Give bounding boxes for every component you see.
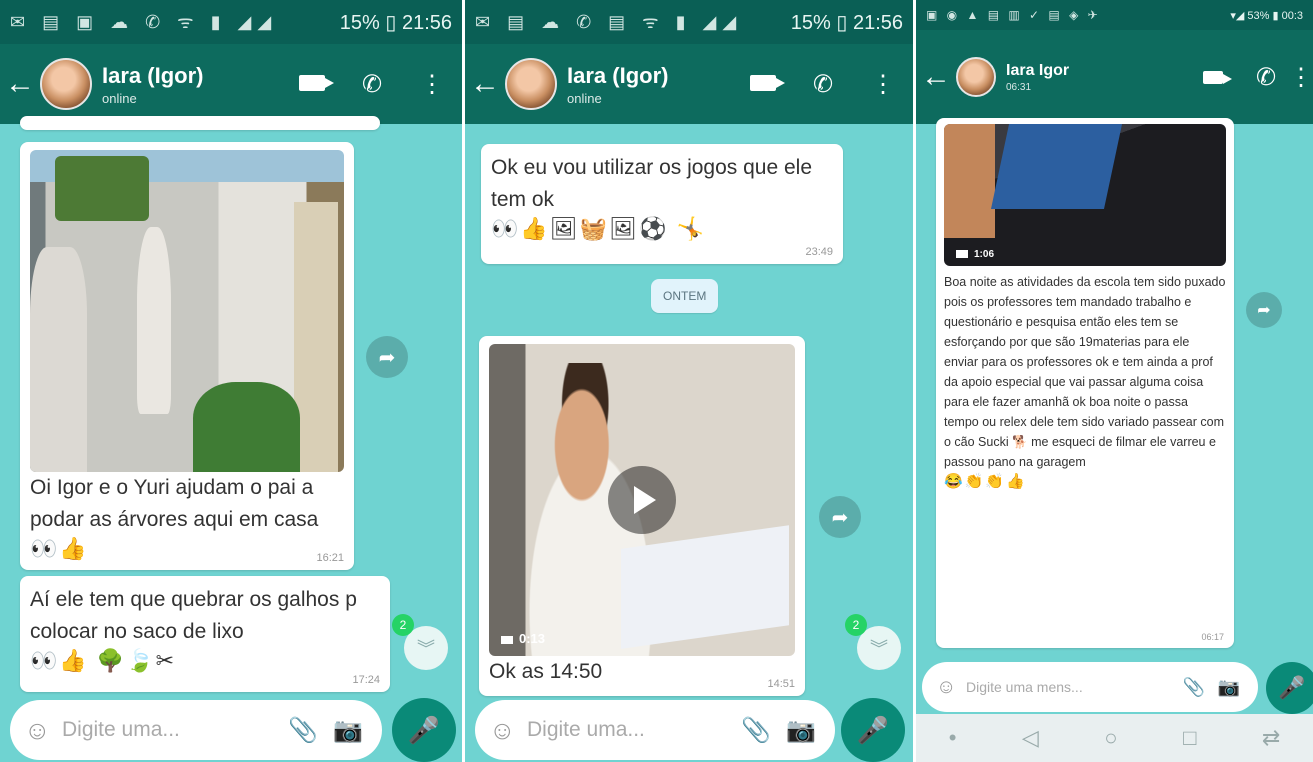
message-text: Oi Igor e o Yuri ajudam o pai a podar as… [30, 476, 319, 531]
nav-back-icon[interactable]: ◁ [1022, 725, 1039, 751]
status-bar: ✉ ▤ ▣ ☁ ✆ ᯤ ▮ ◢◢ 15% ▯ 21:56 [0, 0, 462, 44]
message-time: 17:24 [352, 674, 380, 686]
emoji-icon[interactable]: ☺ [489, 715, 527, 746]
paperclip-icon[interactable]: 📎 [278, 716, 328, 745]
video-call-icon[interactable] [1183, 63, 1243, 91]
nav-recents-icon[interactable]: □ [1183, 725, 1196, 751]
contact-name: Iara (Igor) [567, 62, 669, 88]
more-vert-icon[interactable]: ⋮ [853, 70, 913, 99]
message-list[interactable]: Ok eu vou utilizar os jogos que ele tem … [465, 124, 913, 762]
unread-badge: 2 [392, 614, 414, 636]
mic-button[interactable]: 🎤 [1266, 662, 1313, 714]
avatar[interactable] [505, 58, 557, 110]
message-bubble-photo[interactable]: Oi Igor e o Yuri ajudam o pai a podar as… [20, 142, 354, 570]
contact-name: Iara (Igor) [102, 62, 204, 88]
message-emojis: 👀👍🖼🧺🖼⚽ 🤸 [491, 216, 706, 241]
input-placeholder: Digite uma... [62, 718, 180, 741]
message-input[interactable]: ☺ Digite uma... 📎 📷 [475, 700, 835, 760]
camera-icon[interactable]: 📷 [328, 716, 368, 745]
contact-status: 06:31 [1006, 81, 1032, 93]
message-list[interactable]: 1:06 Boa noite as atividades da escola t… [916, 118, 1313, 762]
message-input[interactable]: ☺ Digite uma... 📎 📷 [10, 700, 382, 760]
message-text: Boa noite as atividades da escola tem si… [944, 275, 1226, 469]
play-icon[interactable] [608, 466, 676, 534]
video-duration: 1:06 [956, 249, 994, 260]
status-icons: ✉ ▤ ☁ ✆ ▤ ᯤ ▮ ◢◢ [475, 12, 743, 32]
camera-icon[interactable]: 📷 [781, 716, 821, 745]
forward-icon[interactable]: ➦ [366, 336, 408, 378]
input-placeholder: Digite uma mens... [966, 679, 1083, 695]
date-divider: ONTEM [651, 279, 719, 313]
nav-switch-icon[interactable]: ⇄ [1262, 725, 1280, 751]
chat-screen-2: ✉ ▤ ☁ ✆ ▤ ᯤ ▮ ◢◢ 15% ▯ 21:56 ← Iara (Igo… [465, 0, 913, 762]
message-time: 14:51 [767, 678, 795, 690]
phone-icon[interactable]: ✆ [342, 70, 402, 99]
shared-photo[interactable] [30, 150, 344, 472]
contact-info[interactable]: Iara (Igor) online [567, 63, 733, 106]
android-nav-bar: • ◁ ○ □ ⇄ [916, 714, 1313, 762]
message-list[interactable]: Oi Igor e o Yuri ajudam o pai a podar as… [0, 116, 462, 762]
paperclip-icon[interactable]: 📎 [731, 716, 781, 745]
chat-header: ← Iara (Igor) online ✆ ⋮ [465, 44, 913, 124]
status-time: 15% ▯ 21:56 [790, 11, 903, 34]
paperclip-icon[interactable]: 📎 [1174, 677, 1214, 698]
dot-icon: • [948, 725, 957, 750]
video-call-icon[interactable] [282, 70, 342, 98]
forward-icon[interactable]: ➦ [1246, 292, 1282, 328]
status-bar: ✉ ▤ ☁ ✆ ▤ ᯤ ▮ ◢◢ 15% ▯ 21:56 [465, 0, 913, 44]
message-input[interactable]: ☺ Digite uma mens... 📎 📷 [922, 662, 1258, 712]
contact-info[interactable]: Iara (Igor) online [102, 63, 282, 106]
phone-icon[interactable]: ✆ [1243, 63, 1289, 92]
message-text: Ok eu vou utilizar os jogos que ele tem … [491, 156, 813, 211]
video-call-icon[interactable] [733, 70, 793, 98]
chat-header: ← Iara (Igor) online ✆ ⋮ [0, 44, 462, 124]
unread-badge: 2 [845, 614, 867, 636]
more-vert-icon[interactable]: ⋮ [1289, 63, 1313, 92]
message-time: 06:17 [1201, 632, 1224, 642]
mic-button[interactable]: 🎤 [392, 698, 456, 762]
forward-icon[interactable]: ➦ [819, 496, 861, 538]
status-time: ▾◢ 53% ▮ 00:3 [1230, 9, 1303, 22]
input-placeholder: Digite uma... [527, 718, 645, 741]
message-emojis: 😂👏👏👍 [944, 473, 1027, 490]
video-duration: 0:13 [501, 631, 545, 646]
emoji-icon[interactable]: ☺ [936, 676, 966, 699]
status-bar: ▣ ◉ ▲ ▤ ▥ ✓ ▤ ◈ ✈ ▾◢ 53% ▮ 00:3 [916, 0, 1313, 30]
avatar[interactable] [40, 58, 92, 110]
contact-name: Iara Igor [1006, 61, 1070, 79]
message-time: 16:21 [316, 552, 344, 564]
more-vert-icon[interactable]: ⋮ [402, 70, 462, 99]
contact-status: online [567, 90, 602, 106]
contact-info[interactable]: Iara Igor 06:31 [1006, 62, 1183, 93]
message-emojis: 👀👍 [30, 536, 89, 561]
status-icons: ▣ ◉ ▲ ▤ ▥ ✓ ▤ ◈ ✈ [926, 8, 1101, 22]
status-time: 15% ▯ 21:56 [339, 11, 452, 34]
shared-video[interactable]: 1:06 [944, 124, 1226, 266]
chat-screen-3: ▣ ◉ ▲ ▤ ▥ ✓ ▤ ◈ ✈ ▾◢ 53% ▮ 00:3 ← Iara I… [916, 0, 1313, 762]
back-arrow-icon[interactable]: ← [465, 67, 505, 101]
back-arrow-icon[interactable]: ← [0, 67, 40, 101]
chat-screen-1: ✉ ▤ ▣ ☁ ✆ ᯤ ▮ ◢◢ 15% ▯ 21:56 ← Iara (Igo… [0, 0, 462, 762]
back-arrow-icon[interactable]: ← [916, 60, 956, 94]
chat-header: ← Iara Igor 06:31 ✆ ⋮ [916, 30, 1313, 124]
contact-status: online [102, 90, 137, 106]
status-icons: ✉ ▤ ▣ ☁ ✆ ᯤ ▮ ◢◢ [10, 12, 278, 32]
nav-home-icon[interactable]: ○ [1104, 725, 1117, 751]
message-bubble-text[interactable]: Ok eu vou utilizar os jogos que ele tem … [481, 144, 843, 264]
message-bubble-text[interactable]: Aí ele tem que quebrar os galhos p coloc… [20, 576, 390, 692]
emoji-icon[interactable]: ☺ [24, 715, 62, 746]
message-bubble-video[interactable]: 1:06 Boa noite as atividades da escola t… [936, 118, 1234, 648]
avatar[interactable] [956, 57, 996, 97]
phone-icon[interactable]: ✆ [793, 70, 853, 99]
message-text: Ok as 14:50 [489, 660, 603, 683]
message-bubble-video[interactable]: 0:13 Ok as 14:50 14:51 [479, 336, 805, 696]
message-time: 23:49 [805, 246, 833, 258]
shared-video[interactable]: 0:13 [489, 344, 795, 656]
camera-icon[interactable]: 📷 [1214, 677, 1244, 698]
message-text: Aí ele tem que quebrar os galhos p coloc… [30, 588, 357, 643]
message-bubble-partial [20, 116, 380, 130]
mic-button[interactable]: 🎤 [841, 698, 905, 762]
message-emojis: 👀👍 🌳🍃✂ [30, 648, 177, 673]
